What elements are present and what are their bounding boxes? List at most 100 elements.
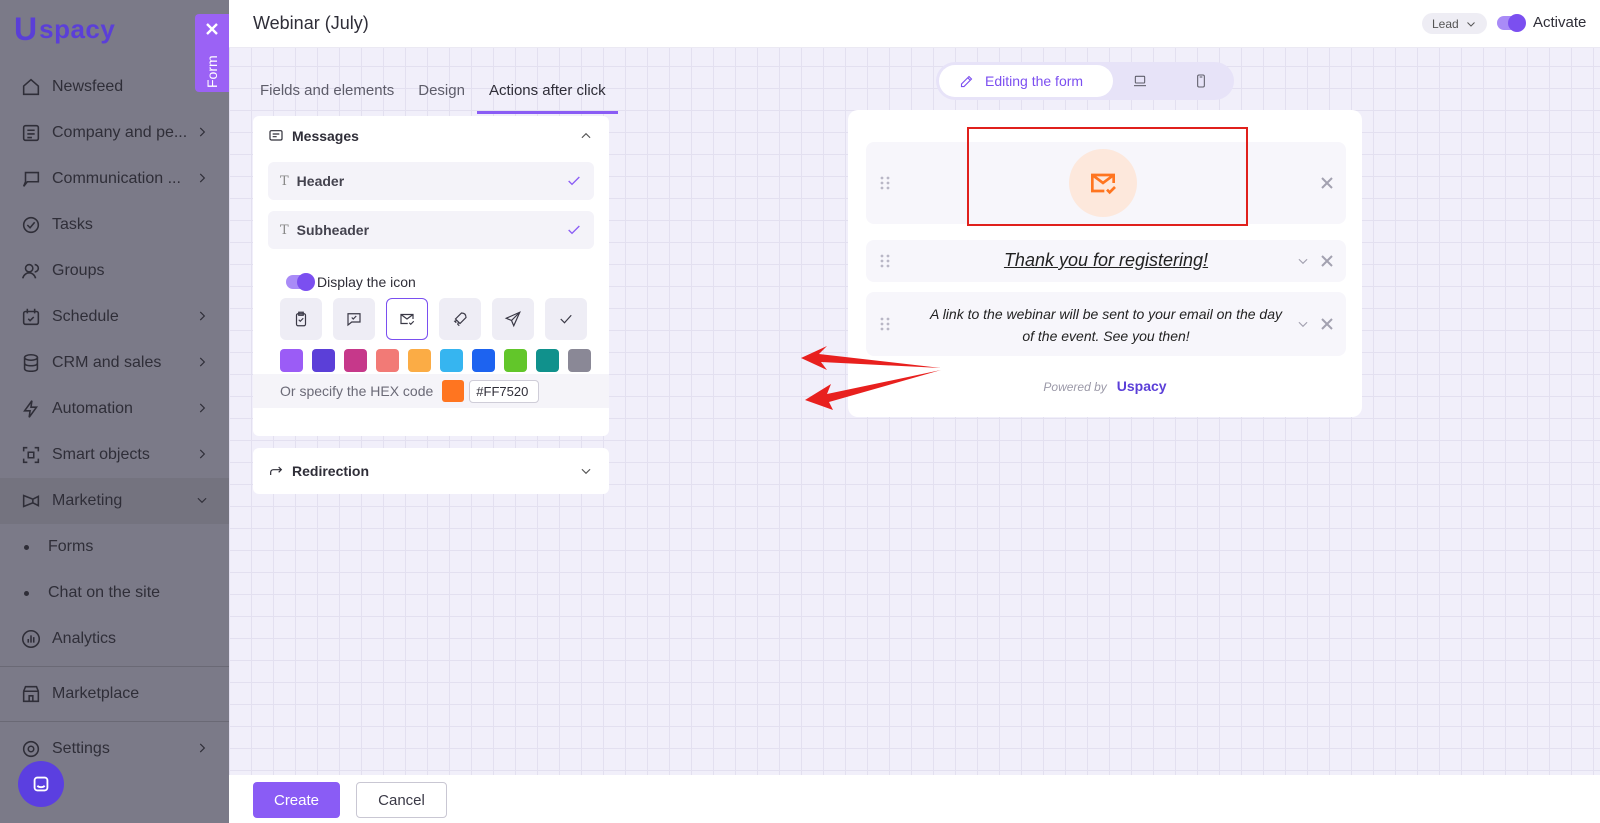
- color-swatch[interactable]: [472, 349, 495, 372]
- sidebar-item-crm[interactable]: CRM and sales: [0, 340, 229, 386]
- hex-color-preview[interactable]: [442, 380, 465, 402]
- close-icon[interactable]: [1320, 254, 1334, 268]
- sidebar-item-label: Schedule: [52, 308, 119, 325]
- color-swatch[interactable]: [408, 349, 431, 372]
- icon-option-check[interactable]: [545, 298, 587, 340]
- color-swatch[interactable]: [376, 349, 399, 372]
- powered-by-label: Powered by: [1043, 380, 1107, 394]
- schedule-icon: [20, 306, 42, 328]
- entity-select[interactable]: Lead: [1422, 13, 1487, 34]
- preview-header-block[interactable]: Thank you for registering!: [866, 240, 1346, 282]
- hex-row: Or specify the HEX code: [253, 374, 609, 408]
- sidebar-item-label: Automation: [52, 400, 133, 417]
- display-icon-toggle[interactable]: Display the icon: [286, 273, 416, 291]
- tab-design[interactable]: Design: [406, 76, 477, 114]
- messages-panel-header[interactable]: Messages: [253, 116, 609, 156]
- toggle-switch[interactable]: [286, 273, 315, 291]
- support-chat-button[interactable]: [18, 761, 64, 807]
- sidebar-item-schedule[interactable]: Schedule: [0, 294, 229, 340]
- subheader-field-row[interactable]: T Subheader: [268, 211, 594, 249]
- logo[interactable]: U spacy: [14, 10, 115, 47]
- sidebar-subitem-forms[interactable]: Forms: [0, 524, 229, 570]
- editing-mode-button[interactable]: Editing the form: [939, 65, 1113, 97]
- redirection-panel-header[interactable]: Redirection: [253, 448, 609, 494]
- color-swatch[interactable]: [504, 349, 527, 372]
- sidebar-item-label: Company and pe...: [52, 124, 188, 141]
- laptop-icon[interactable]: [1132, 73, 1148, 89]
- sidebar-item-automation[interactable]: Automation: [0, 386, 229, 432]
- annotation-highlight-box: [967, 127, 1248, 226]
- sidebar-item-tasks[interactable]: Tasks: [0, 202, 229, 248]
- chevron-right-icon: [195, 309, 209, 323]
- header-field-row[interactable]: T Header: [268, 162, 594, 200]
- sidebar-item-analytics[interactable]: Analytics: [0, 616, 229, 662]
- clipboard-check-icon: [295, 311, 307, 327]
- tasks-icon: [20, 214, 42, 236]
- activate-label: Activate: [1533, 14, 1587, 31]
- text-type-icon: T: [280, 173, 289, 189]
- color-swatches: [280, 349, 591, 372]
- analytics-icon: [20, 628, 42, 650]
- color-swatch[interactable]: [312, 349, 335, 372]
- sidebar-item-marketing[interactable]: Marketing: [0, 478, 229, 524]
- field-label: Subheader: [296, 222, 370, 238]
- hex-label: Or specify the HEX code: [280, 383, 434, 399]
- sidebar-item-communication[interactable]: Communication ...: [0, 156, 229, 202]
- icon-option-send[interactable]: [492, 298, 534, 340]
- hex-input[interactable]: [469, 379, 540, 403]
- sidebar-subitem-chat[interactable]: Chat on the site: [0, 570, 229, 616]
- close-icon[interactable]: [204, 21, 220, 37]
- close-icon[interactable]: [1320, 176, 1334, 190]
- marketing-icon: [20, 490, 42, 512]
- sidebar-item-marketplace[interactable]: Marketplace: [0, 671, 229, 717]
- automation-icon: [20, 398, 42, 420]
- groups-icon: [20, 260, 42, 282]
- page-title: Webinar (July): [253, 13, 369, 33]
- color-swatch[interactable]: [344, 349, 367, 372]
- logo-mark: U: [14, 10, 38, 47]
- chevron-right-icon: [195, 401, 209, 415]
- tab-fields-and-elements[interactable]: Fields and elements: [248, 76, 406, 114]
- icon-option-clipboard[interactable]: [280, 298, 322, 340]
- color-swatch[interactable]: [568, 349, 591, 372]
- sidebar: U spacy Newsfeed Company and pe... Commu…: [0, 0, 229, 823]
- chevron-down-icon: [579, 464, 593, 478]
- color-swatch[interactable]: [280, 349, 303, 372]
- tab-actions-after-click[interactable]: Actions after click: [476, 76, 618, 114]
- color-swatch[interactable]: [536, 349, 559, 372]
- chevron-down-icon[interactable]: [1296, 317, 1310, 331]
- mobile-icon[interactable]: [1193, 73, 1209, 89]
- cancel-button[interactable]: Cancel: [356, 782, 447, 818]
- mail-check-icon: [400, 313, 415, 326]
- check-icon: [560, 314, 572, 324]
- chevron-down-icon: [195, 493, 209, 507]
- sidebar-item-label: Analytics: [52, 630, 117, 647]
- annotation-arrows: [801, 346, 941, 410]
- redirect-icon: [268, 463, 284, 479]
- icon-option-mail[interactable]: [386, 298, 428, 340]
- sidebar-item-label: Newsfeed: [52, 78, 124, 95]
- editor-tabs: Fields and elements Design Actions after…: [248, 76, 618, 114]
- activate-toggle[interactable]: Activate: [1497, 13, 1587, 32]
- create-button[interactable]: Create: [253, 782, 340, 818]
- drag-handle-icon[interactable]: [880, 176, 890, 190]
- editing-mode-label: Editing the form: [985, 73, 1084, 89]
- top-bar: Webinar (July) Lead Activate: [229, 0, 1600, 48]
- icon-option-rocket[interactable]: [439, 298, 481, 340]
- chevron-right-icon: [195, 447, 209, 461]
- form-side-tab[interactable]: Form: [195, 14, 229, 92]
- sidebar-item-label: CRM and sales: [52, 354, 162, 371]
- form-tab-label: Form: [204, 55, 220, 88]
- chevron-down-icon[interactable]: [1296, 254, 1310, 268]
- color-swatch[interactable]: [440, 349, 463, 372]
- messages-title: Messages: [292, 128, 359, 144]
- sidebar-item-smart-objects[interactable]: Smart objects: [0, 432, 229, 478]
- drag-handle-icon[interactable]: [880, 317, 890, 331]
- divider: [0, 666, 229, 667]
- close-icon[interactable]: [1320, 317, 1334, 331]
- redirection-panel[interactable]: Redirection: [253, 448, 609, 494]
- sidebar-item-groups[interactable]: Groups: [0, 248, 229, 294]
- sidebar-item-company[interactable]: Company and pe...: [0, 110, 229, 156]
- toggle-switch[interactable]: [1497, 13, 1526, 32]
- icon-option-message[interactable]: [333, 298, 375, 340]
